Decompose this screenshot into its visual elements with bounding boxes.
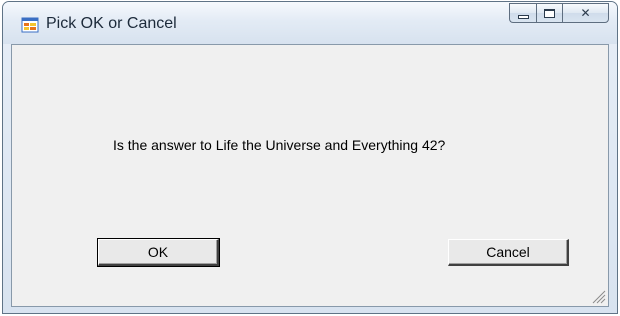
close-icon: ✕ [580, 6, 591, 20]
minimize-icon [517, 14, 529, 19]
ok-button[interactable]: OK [97, 238, 220, 267]
resize-grip-icon[interactable] [590, 288, 606, 304]
title-bar[interactable]: Pick OK or Cancel ✕ [3, 2, 617, 44]
maximize-icon [544, 8, 555, 18]
minimize-button[interactable] [509, 3, 536, 23]
app-window-icon[interactable] [21, 17, 39, 33]
dialog-message: Is the answer to Life the Universe and E… [113, 137, 446, 153]
dialog-window: Pick OK or Cancel ✕ Is the answer to Lif… [2, 1, 618, 314]
cancel-button[interactable]: Cancel [448, 239, 569, 266]
maximize-button[interactable] [536, 3, 562, 23]
dialog-client-area: Is the answer to Life the Universe and E… [11, 44, 609, 307]
window-title: Pick OK or Cancel [46, 15, 177, 32]
window-controls: ✕ [509, 3, 609, 23]
close-button[interactable]: ✕ [562, 3, 609, 23]
